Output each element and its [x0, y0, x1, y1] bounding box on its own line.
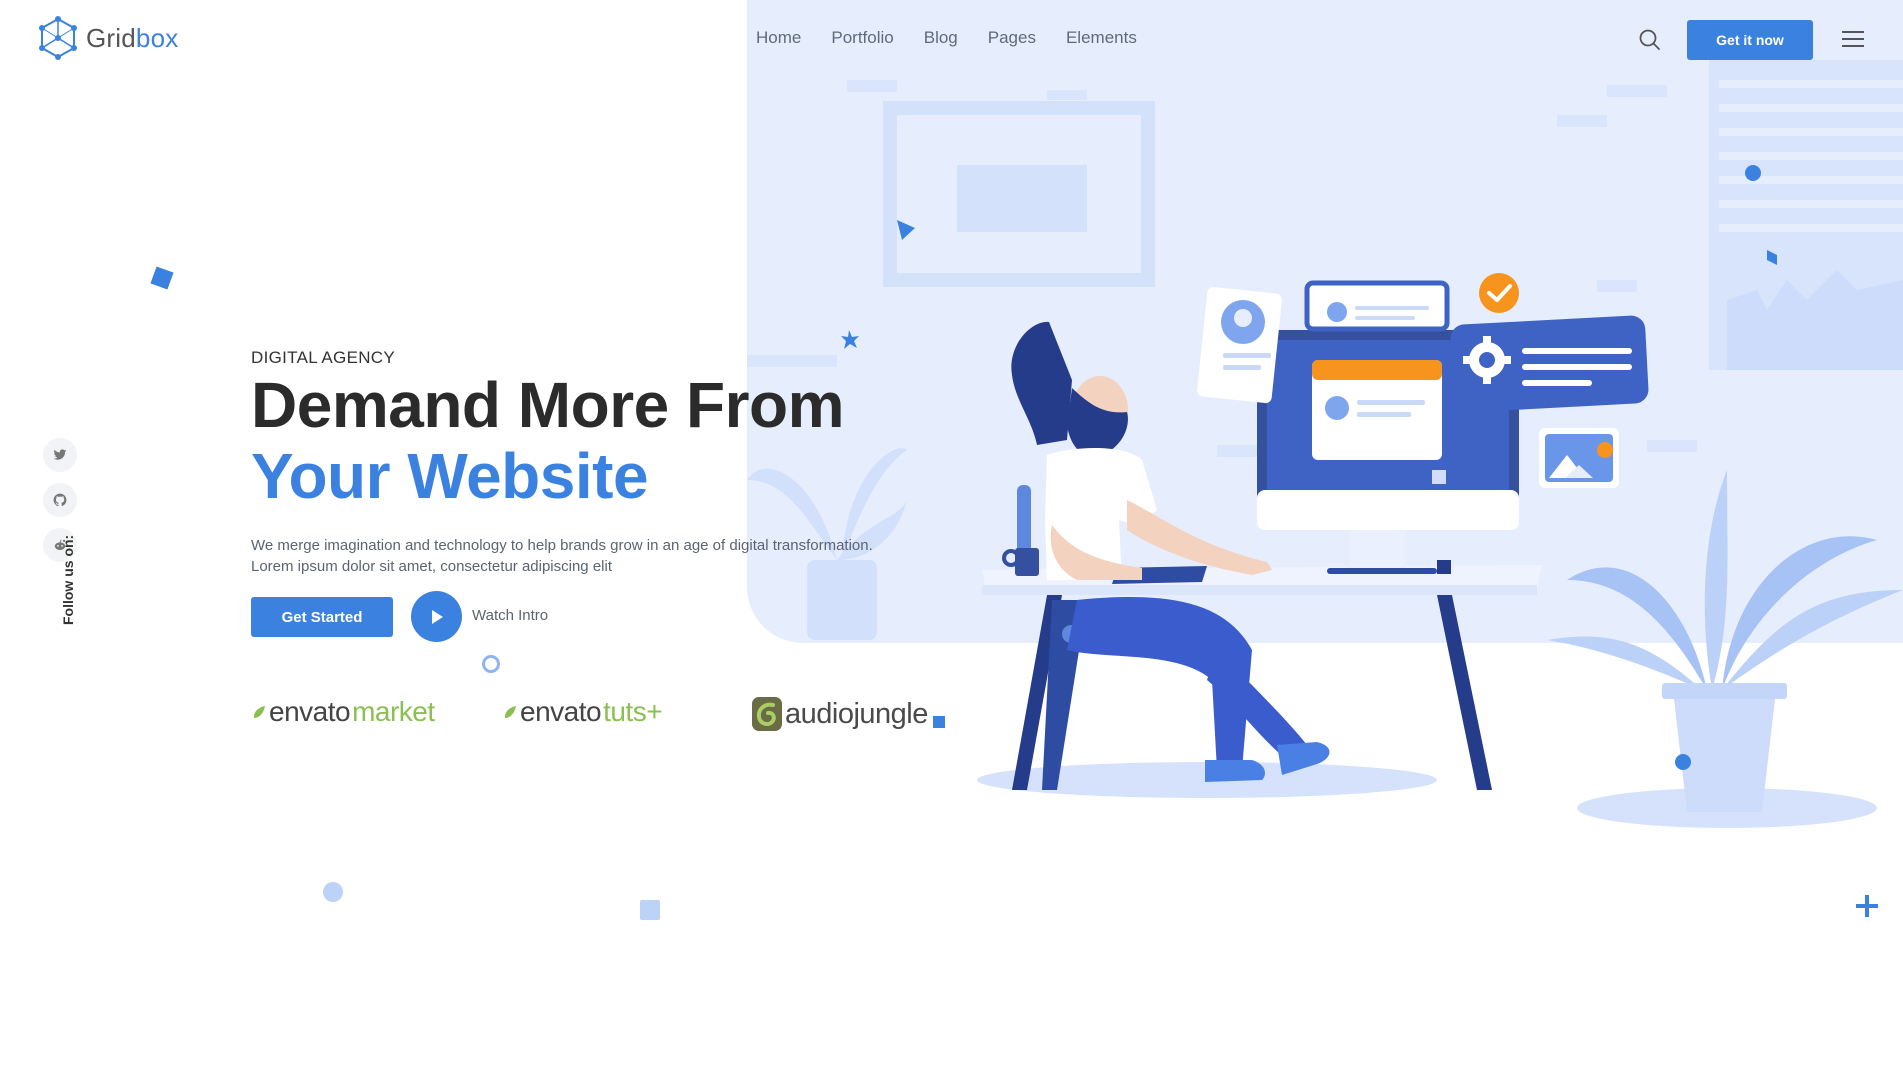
hero-eyebrow: DIGITAL AGENCY — [251, 348, 396, 367]
github-glyph — [53, 493, 67, 507]
twitter-icon[interactable] — [43, 438, 77, 472]
hero-description-line2: Lorem ipsum dolor sit amet, consectetur … — [251, 558, 612, 575]
watch-intro-label[interactable]: Watch Intro — [472, 607, 548, 624]
get-started-button[interactable]: Get Started — [251, 597, 393, 637]
follow-us-label: Follow us on: — [60, 534, 76, 625]
watch-intro-play-button[interactable] — [411, 591, 462, 642]
get-it-now-button[interactable]: Get it now — [1687, 20, 1813, 60]
decorative-dot — [323, 882, 343, 902]
hero-headline-line2: Your Website — [251, 440, 649, 512]
decorative-diamond — [150, 266, 174, 290]
hamburger-menu-icon[interactable] — [1842, 31, 1864, 47]
decorative-plus — [1856, 895, 1878, 917]
hero-description: We merge imagination and technology to h… — [251, 535, 971, 577]
partner-logo-envato-market: envato market — [251, 696, 435, 728]
decorative-ring — [482, 655, 500, 673]
play-icon — [431, 609, 443, 624]
hero-description-line1: We merge imagination and technology to h… — [251, 537, 873, 554]
envato-leaf-icon — [253, 706, 265, 718]
brand-name: Gridbox — [86, 23, 178, 54]
main-nav: Home Portfolio Blog Pages Elements — [756, 28, 1137, 48]
decorative-square — [640, 900, 660, 920]
decorative-square-small — [933, 716, 945, 728]
nav-item-home[interactable]: Home — [756, 28, 801, 48]
partner-2-part1: envato — [520, 696, 602, 727]
brand-name-part2: box — [135, 22, 179, 53]
menu-bar — [1842, 31, 1864, 33]
partner-3-name: audiojungle — [785, 697, 928, 730]
nav-item-pages[interactable]: Pages — [988, 28, 1036, 48]
nav-item-blog[interactable]: Blog — [924, 28, 958, 48]
brand-name-part1: Grid — [86, 22, 136, 53]
hexagon-network-logo-icon — [39, 16, 77, 60]
search-button[interactable] — [1638, 28, 1662, 52]
partner-2-part2: tuts+ — [603, 696, 663, 727]
partner-1-part1: envato — [269, 696, 351, 727]
hero-headline-line1: Demand More From — [251, 369, 844, 441]
search-icon — [1639, 29, 1660, 50]
partner-logo-envato-tuts: envato tuts+ — [502, 696, 663, 728]
menu-bar — [1842, 38, 1864, 40]
partner-1-part2: market — [352, 696, 435, 727]
twitter-glyph — [53, 449, 67, 460]
github-icon[interactable] — [43, 483, 77, 517]
menu-bar — [1842, 45, 1864, 47]
brand-logo[interactable]: Gridbox — [38, 16, 178, 60]
nav-item-portfolio[interactable]: Portfolio — [831, 28, 893, 48]
nav-item-elements[interactable]: Elements — [1066, 28, 1137, 48]
partner-logo-audiojungle: audiojungle — [751, 696, 928, 732]
envato-leaf-icon — [504, 706, 516, 718]
audiojungle-swirl-icon — [752, 697, 782, 731]
